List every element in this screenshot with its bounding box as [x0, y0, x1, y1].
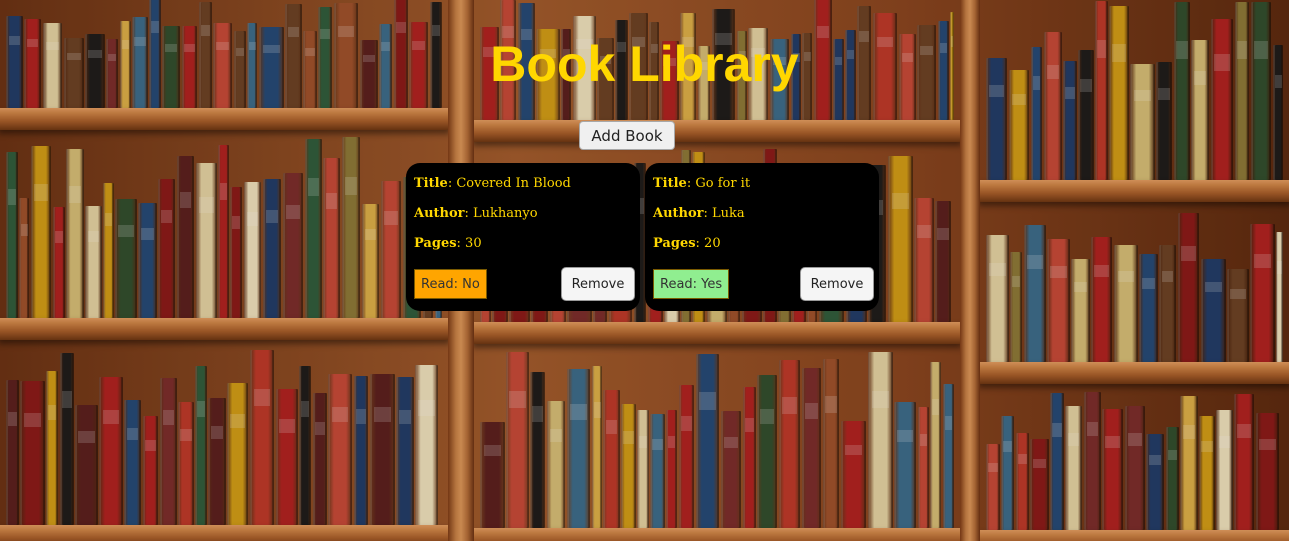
- remove-button[interactable]: Remove: [561, 267, 635, 301]
- pages-label: Pages: [414, 236, 457, 251]
- book-card-actions: Read: Yes Remove: [653, 267, 874, 301]
- book-author: Lukhanyo: [473, 206, 538, 221]
- author-label: Author: [653, 206, 704, 221]
- book-pages: 20: [704, 236, 721, 251]
- book-author-row: Author: Luka: [653, 206, 745, 221]
- book-title: Covered In Blood: [456, 176, 571, 191]
- pages-label: Pages: [653, 236, 696, 251]
- title-label: Title: [414, 176, 448, 191]
- book-author: Luka: [712, 206, 745, 221]
- page-title: Book Library: [490, 36, 799, 92]
- read-status-toggle[interactable]: Read: No: [414, 269, 487, 299]
- add-book-button[interactable]: Add Book: [579, 121, 675, 150]
- book-title-row: Title: Go for it: [653, 176, 751, 191]
- book-title-row: Title: Covered In Blood: [414, 176, 571, 191]
- book-pages-row: Pages: 30: [414, 236, 482, 251]
- book-author-row: Author: Lukhanyo: [414, 206, 538, 221]
- book-pages: 30: [465, 236, 482, 251]
- title-label: Title: [653, 176, 687, 191]
- book-card: Title: Go for it Author: Luka Pages: 20 …: [645, 163, 879, 311]
- remove-button[interactable]: Remove: [800, 267, 874, 301]
- book-title: Go for it: [695, 176, 751, 191]
- author-label: Author: [414, 206, 465, 221]
- read-status-toggle[interactable]: Read: Yes: [653, 269, 730, 299]
- book-card: Title: Covered In Blood Author: Lukhanyo…: [406, 163, 640, 311]
- book-pages-row: Pages: 20: [653, 236, 721, 251]
- book-card-actions: Read: No Remove: [414, 267, 635, 301]
